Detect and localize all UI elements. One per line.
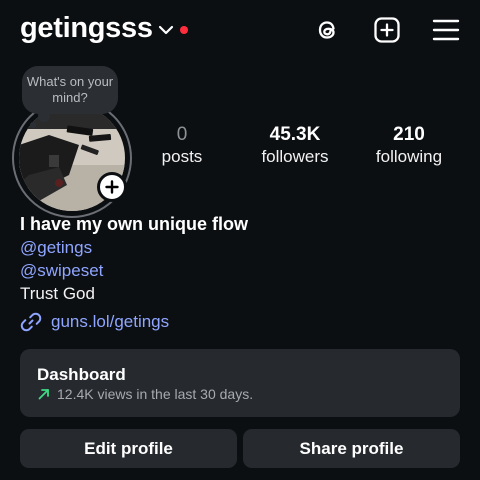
- note-bubble[interactable]: What's on your mind?: [22, 66, 118, 114]
- bio-name: I have my own unique flow: [20, 214, 249, 234]
- share-profile-button[interactable]: Share profile: [243, 429, 460, 468]
- create-post-icon[interactable]: [373, 16, 401, 44]
- posts-count: 0: [176, 124, 188, 145]
- following-stat[interactable]: 210 following: [366, 124, 452, 168]
- followers-stat[interactable]: 45.3K followers: [252, 124, 338, 168]
- menu-icon[interactable]: [432, 16, 460, 44]
- profile-username[interactable]: getingsss: [20, 12, 153, 45]
- edit-profile-button[interactable]: Edit profile: [20, 429, 237, 468]
- add-story-button[interactable]: [97, 172, 127, 202]
- posts-label: posts: [161, 147, 203, 166]
- link-icon: [20, 312, 42, 332]
- followers-count: 45.3K: [269, 124, 321, 145]
- posts-stat[interactable]: 0 posts: [152, 124, 212, 168]
- followers-label: followers: [261, 147, 329, 166]
- note-bubble-tail-small: [30, 122, 36, 128]
- following-label: following: [375, 147, 443, 166]
- bio-text: Trust God: [20, 284, 95, 303]
- following-count: 210: [393, 124, 425, 145]
- trend-up-arrow-icon: [38, 389, 49, 400]
- note-bubble-tail: [38, 110, 50, 122]
- plus-icon: [105, 180, 119, 194]
- mention-link[interactable]: @swipeset: [20, 261, 103, 281]
- dashboard-title: Dashboard: [37, 365, 126, 384]
- mention-link[interactable]: @getings: [20, 238, 92, 258]
- dashboard-subtitle: 12.4K views in the last 30 days.: [57, 386, 254, 402]
- bio-link-text: guns.lol/getings: [51, 312, 170, 331]
- bio-link[interactable]: guns.lol/getings: [20, 310, 169, 334]
- threads-icon[interactable]: [313, 16, 341, 44]
- dashboard-card[interactable]: Dashboard 12.4K views in the last 30 day…: [20, 349, 460, 417]
- chevron-down-icon[interactable]: [158, 24, 174, 36]
- dashboard-summary: 12.4K views in the last 30 days.: [37, 386, 253, 402]
- notification-dot: [180, 26, 188, 34]
